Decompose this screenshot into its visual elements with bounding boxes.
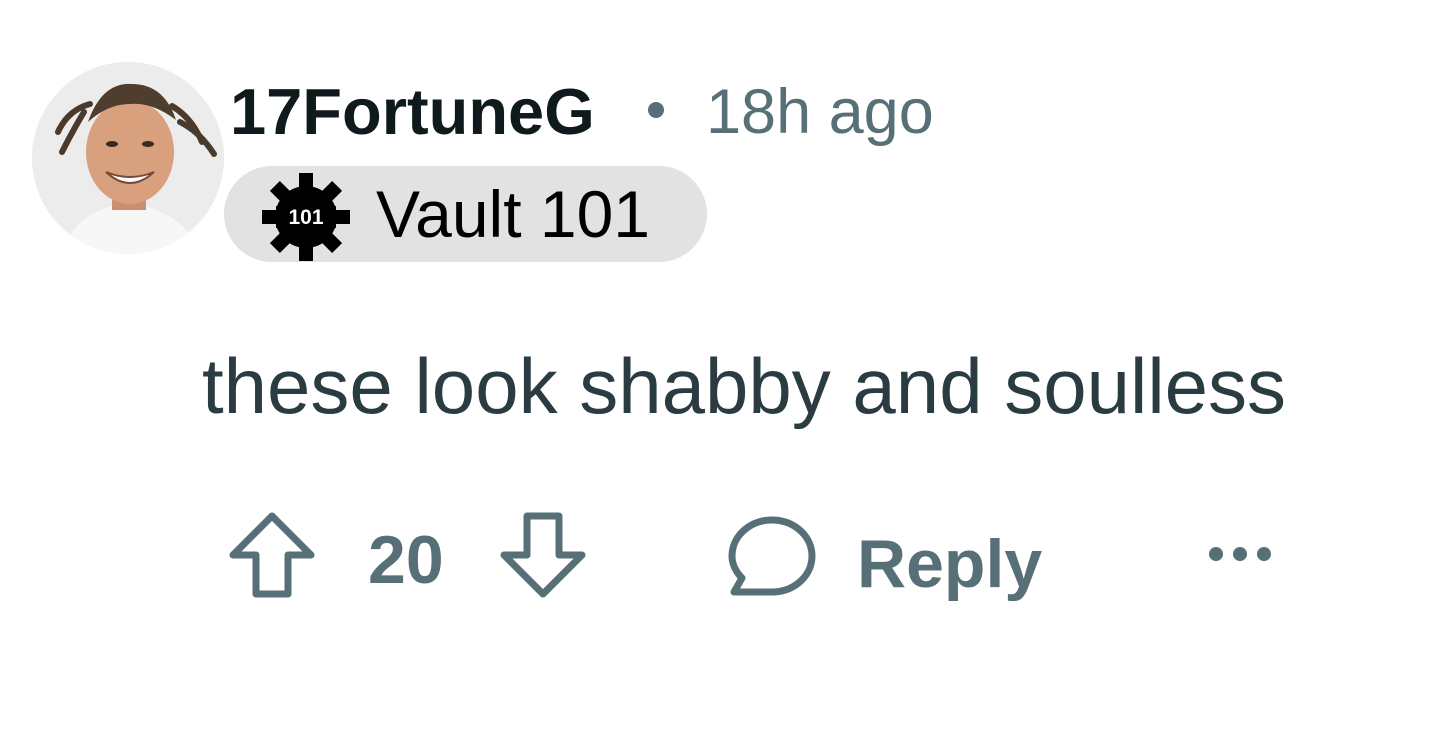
comment-body: these look shabby and soulless xyxy=(202,342,1287,430)
reply-button[interactable]: Reply xyxy=(857,522,1042,606)
flair-label: Vault 101 xyxy=(376,177,650,251)
flair-badge-text: 101 xyxy=(288,206,323,229)
speech-bubble-icon[interactable] xyxy=(724,510,820,606)
vote-score: 20 xyxy=(368,522,444,598)
avatar-image xyxy=(32,62,224,254)
author-username[interactable]: 17FortuneG xyxy=(230,72,595,152)
overflow-dots-icon[interactable] xyxy=(1204,536,1276,572)
vault-gear-icon: 101 xyxy=(262,173,350,261)
separator-dot xyxy=(648,102,664,118)
downvote-arrow-icon[interactable] xyxy=(496,508,590,602)
upvote-arrow-icon[interactable] xyxy=(225,508,319,602)
user-flair: 101 Vault 101 xyxy=(224,166,707,262)
comment-actions: 20 Reply xyxy=(0,500,1437,610)
comment-timestamp[interactable]: 18h ago xyxy=(706,72,934,152)
avatar[interactable] xyxy=(32,62,224,254)
